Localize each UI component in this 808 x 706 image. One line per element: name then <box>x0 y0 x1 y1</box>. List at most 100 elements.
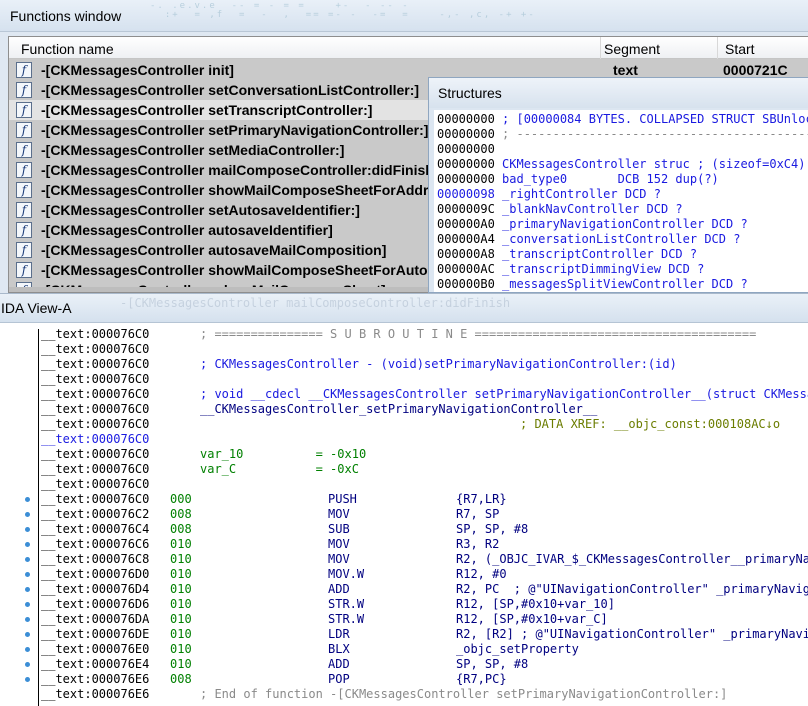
line-address: __text:000076DE <box>41 627 150 641</box>
ida-view-titlebar[interactable]: -[CKMessagesController mailComposeContro… <box>0 293 808 323</box>
struct-offset: 00000000 <box>437 172 495 186</box>
struct-text: CKMessagesController struc ; (sizeof=0xC… <box>502 157 806 171</box>
structures-window-titlebar[interactable]: Structures <box>429 78 808 108</box>
instruction-mnemonic: STR.W <box>328 612 365 626</box>
struct-line: 00000000 <box>437 142 502 157</box>
functions-table-header: Function name Segment Start <box>9 37 808 59</box>
disasm-line: __text:000076C0 <box>0 477 808 492</box>
struct-text: ; --------------------------------------… <box>502 127 808 141</box>
function-icon: f <box>16 222 32 238</box>
structures-window: Structures 00000000 ; [00000084 BYTES. C… <box>428 77 808 293</box>
instruction-mnemonic: MOV <box>328 552 350 566</box>
instruction-mnemonic: MOV.W <box>328 567 365 581</box>
function-name: -[CKMessagesController autosaveMailCompo… <box>41 242 387 258</box>
title-ghost-text: -. .e.v.e -- = - = = +- - -- - :+ = ,f =… <box>150 2 536 20</box>
struct-line: 00000000 ; [00000084 BYTES. COLLAPSED ST… <box>437 112 808 127</box>
stack-pointer-delta: 010 <box>170 627 192 641</box>
instruction-mnemonic: SUB <box>328 522 350 536</box>
disasm-line: __text:000076C0 __CKMessagesController_se… <box>0 402 808 417</box>
function-icon: f <box>16 142 32 158</box>
instruction-operands: R2, [R2] ; @"UINavigationController" _pr… <box>456 627 808 641</box>
disasm-text: ; void __cdecl __CKMessagesController se… <box>200 387 808 401</box>
disasm-text: ; =============== S U B R O U T I N E ==… <box>200 327 757 341</box>
functions-window-title: Functions window <box>10 8 122 24</box>
disasm-line: __text:000076C0 <box>0 342 808 357</box>
disasm-line: __text:000076C0 ; =============== S U B R… <box>0 327 808 342</box>
disasm-line: __text:000076C4 008 SUB SP, SP, #8 <box>0 522 808 537</box>
instruction-mnemonic: STR.W <box>328 597 365 611</box>
column-header-function-name[interactable]: Function name <box>21 41 114 57</box>
functions-window-titlebar[interactable]: -. .e.v.e -- = - = = +- - -- - :+ = ,f =… <box>0 0 808 32</box>
function-name: -[CKMessagesController setMediaControlle… <box>41 142 345 158</box>
breakpoint-dot-icon[interactable] <box>25 497 30 502</box>
disasm-line: __text:000076E4 010 ADD SP, SP, #8 <box>0 657 808 672</box>
function-icon: f <box>16 122 32 138</box>
function-name: -[CKMessagesController setTranscriptCont… <box>41 102 373 118</box>
line-address: __text:000076D4 <box>41 582 150 596</box>
breakpoint-dot-icon[interactable] <box>25 617 30 622</box>
instruction-mnemonic: ADD <box>328 582 350 596</box>
function-icon: f <box>16 202 32 218</box>
disasm-text: ; End of function -[CKMessagesController… <box>200 687 728 701</box>
disasm-line: __text:000076C6 010 MOV R3, R2 <box>0 537 808 552</box>
struct-line: 000000A0 _primaryNavigationController DC… <box>437 217 748 232</box>
struct-text: _transcriptController DCD ? <box>502 247 698 261</box>
function-name: -[CKMessagesController setAutosaveIdenti… <box>41 202 360 218</box>
breakpoint-dot-icon[interactable] <box>25 677 30 682</box>
column-header-segment[interactable]: Segment <box>604 41 660 57</box>
disasm-line: __text:000076C0 <box>0 432 808 447</box>
line-address: __text:000076C0 <box>41 357 150 371</box>
struct-text: _conversationListController DCD ? <box>502 232 741 246</box>
struct-offset: 000000AC <box>437 262 495 276</box>
breakpoint-dot-icon[interactable] <box>25 527 30 532</box>
function-icon: f <box>16 82 32 98</box>
column-header-start[interactable]: Start <box>725 41 755 57</box>
struct-text: _rightController DCD ? <box>502 187 661 201</box>
structures-window-title: Structures <box>438 85 502 101</box>
function-name: -[CKMessagesController showMailComposeSh… <box>41 262 464 278</box>
instruction-operands: R12, [SP,#0x10+var_10] <box>456 597 615 611</box>
instruction-operands: R2, (_OBJC_IVAR_$_CKMessagesController__… <box>456 552 808 566</box>
breakpoint-dot-icon[interactable] <box>25 587 30 592</box>
instruction-operands: R12, [SP,#0x10+var_C] <box>456 612 608 626</box>
struct-text: ; [00000084 BYTES. COLLAPSED STRUCT SBUn… <box>502 112 808 126</box>
instruction-operands: R2, PC ; @"UINavigationController" _prim… <box>456 582 808 596</box>
breakpoint-dot-icon[interactable] <box>25 632 30 637</box>
function-start: 0000721C <box>723 62 788 78</box>
instruction-operands: R7, SP <box>456 507 500 521</box>
breakpoint-dot-icon[interactable] <box>25 542 30 547</box>
stack-pointer-delta: 000 <box>170 492 192 506</box>
ida-view-title: IDA View-A <box>1 300 72 316</box>
disasm-line: __text:000076E6 008 POP {R7,PC} <box>0 672 808 687</box>
struct-text: _transcriptDimmingView DCD ? <box>502 262 705 276</box>
line-address: __text:000076E6 <box>41 672 150 686</box>
struct-line: 000000AC _transcriptDimmingView DCD ? <box>437 262 704 277</box>
line-address: __text:000076D0 <box>41 567 150 581</box>
struct-text: _blankNavController DCD ? <box>502 202 683 216</box>
struct-line: 00000000 bad_type0 DCB 152 dup(?) <box>437 172 719 187</box>
ida-disassembly-view[interactable]: __text:000076C0 ; =============== S U B R… <box>0 323 808 706</box>
stack-pointer-delta: 010 <box>170 552 192 566</box>
struct-offset: 00000000 <box>437 127 495 141</box>
function-icon: f <box>16 102 32 118</box>
breakpoint-dot-icon[interactable] <box>25 512 30 517</box>
instruction-operands: SP, SP, #8 <box>456 657 529 671</box>
ida-title-ghost-text: -[CKMessagesController mailComposeContro… <box>120 296 511 310</box>
struct-offset: 00000000 <box>437 157 495 171</box>
line-address: __text:000076C4 <box>41 522 150 536</box>
breakpoint-dot-icon[interactable] <box>25 572 30 577</box>
breakpoint-dot-icon[interactable] <box>25 662 30 667</box>
structures-listing[interactable]: 00000000 ; [00000084 BYTES. COLLAPSED ST… <box>434 110 808 292</box>
disasm-line: __text:000076D6 010 STR.W R12, [SP,#0x10+va… <box>0 597 808 612</box>
breakpoint-dot-icon[interactable] <box>25 557 30 562</box>
line-address: __text:000076E4 <box>41 657 150 671</box>
breakpoint-dot-icon[interactable] <box>25 602 30 607</box>
struct-offset: 00000098 <box>437 187 495 201</box>
disasm-text: var_10 = -0x10 <box>200 447 367 461</box>
stack-pointer-delta: 010 <box>170 657 192 671</box>
stack-pointer-delta: 010 <box>170 597 192 611</box>
line-address: __text:000076C0 <box>41 372 150 386</box>
line-address: __text:000076C8 <box>41 552 150 566</box>
struct-offset: 000000A8 <box>437 247 495 261</box>
breakpoint-dot-icon[interactable] <box>25 647 30 652</box>
